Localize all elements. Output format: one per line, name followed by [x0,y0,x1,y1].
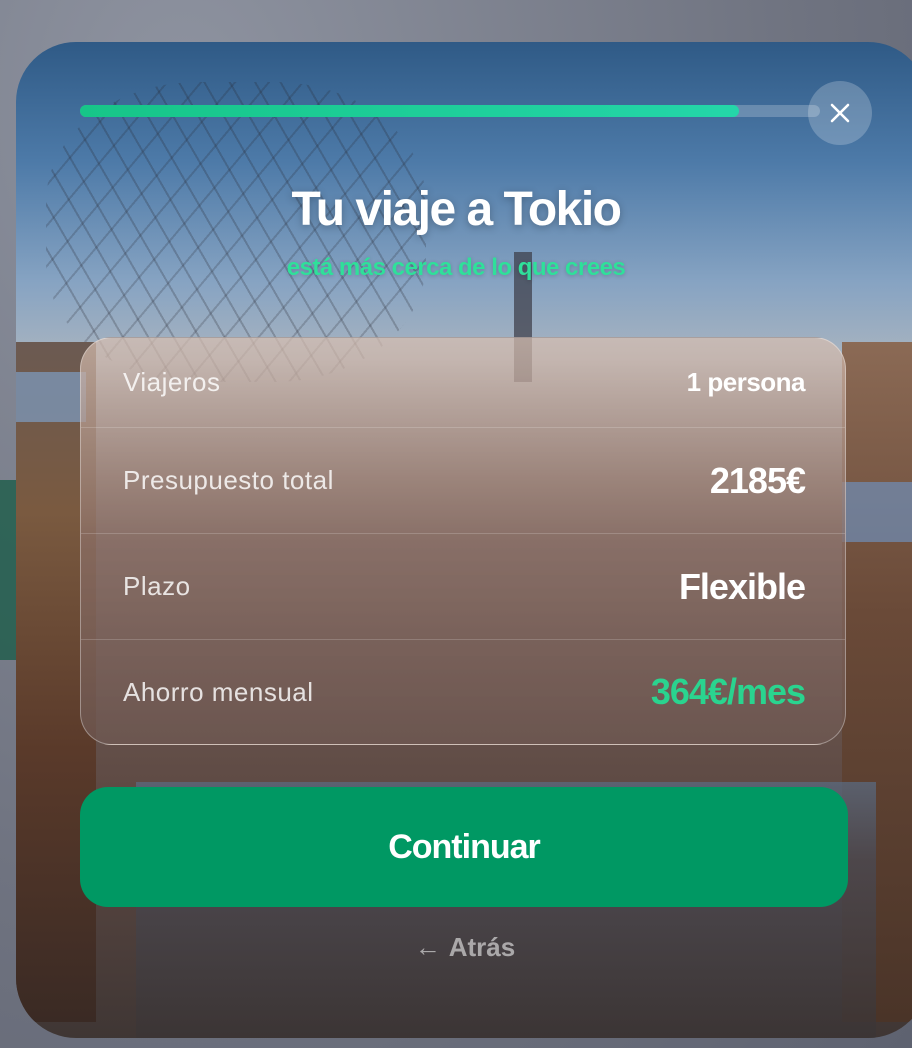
background-roof-left [16,372,86,422]
progress-bar-fill [80,105,739,117]
continue-button[interactable]: Continuar [80,787,848,907]
budget-label: Presupuesto total [123,465,334,495]
page-title: Tu viaje a Tokio [291,183,622,236]
back-link-label: Atrás [448,932,516,962]
travelers-value: 1 persona [686,367,806,397]
trip-summary-modal: Tu viaje a Tokio está más cerca de lo qu… [16,42,912,1038]
close-button[interactable] [808,81,872,145]
page-subtitle: está más cerca de lo que crees [286,254,626,281]
summary-row-monthly-savings: Ahorro mensual 364€/mes [81,640,845,744]
budget-value: 2185€ [709,459,806,501]
close-icon [830,103,850,123]
back-link[interactable]: ← Atrás [16,932,912,963]
background-roof-right [842,482,912,542]
summary-row-budget: Presupuesto total 2185€ [81,428,845,534]
progress-bar [80,105,820,117]
term-label: Plazo [123,571,191,601]
term-value: Flexible [678,565,806,607]
monthly-savings-value: 364€/mes [650,671,806,712]
summary-row-term: Plazo Flexible [81,534,845,640]
travelers-label: Viajeros [123,367,221,397]
arrow-left-icon: ← [414,932,441,962]
monthly-savings-label: Ahorro mensual [123,676,314,707]
trip-summary-card: Viajeros 1 persona Presupuesto total 218… [80,337,846,745]
summary-row-travelers: Viajeros 1 persona [81,338,845,428]
